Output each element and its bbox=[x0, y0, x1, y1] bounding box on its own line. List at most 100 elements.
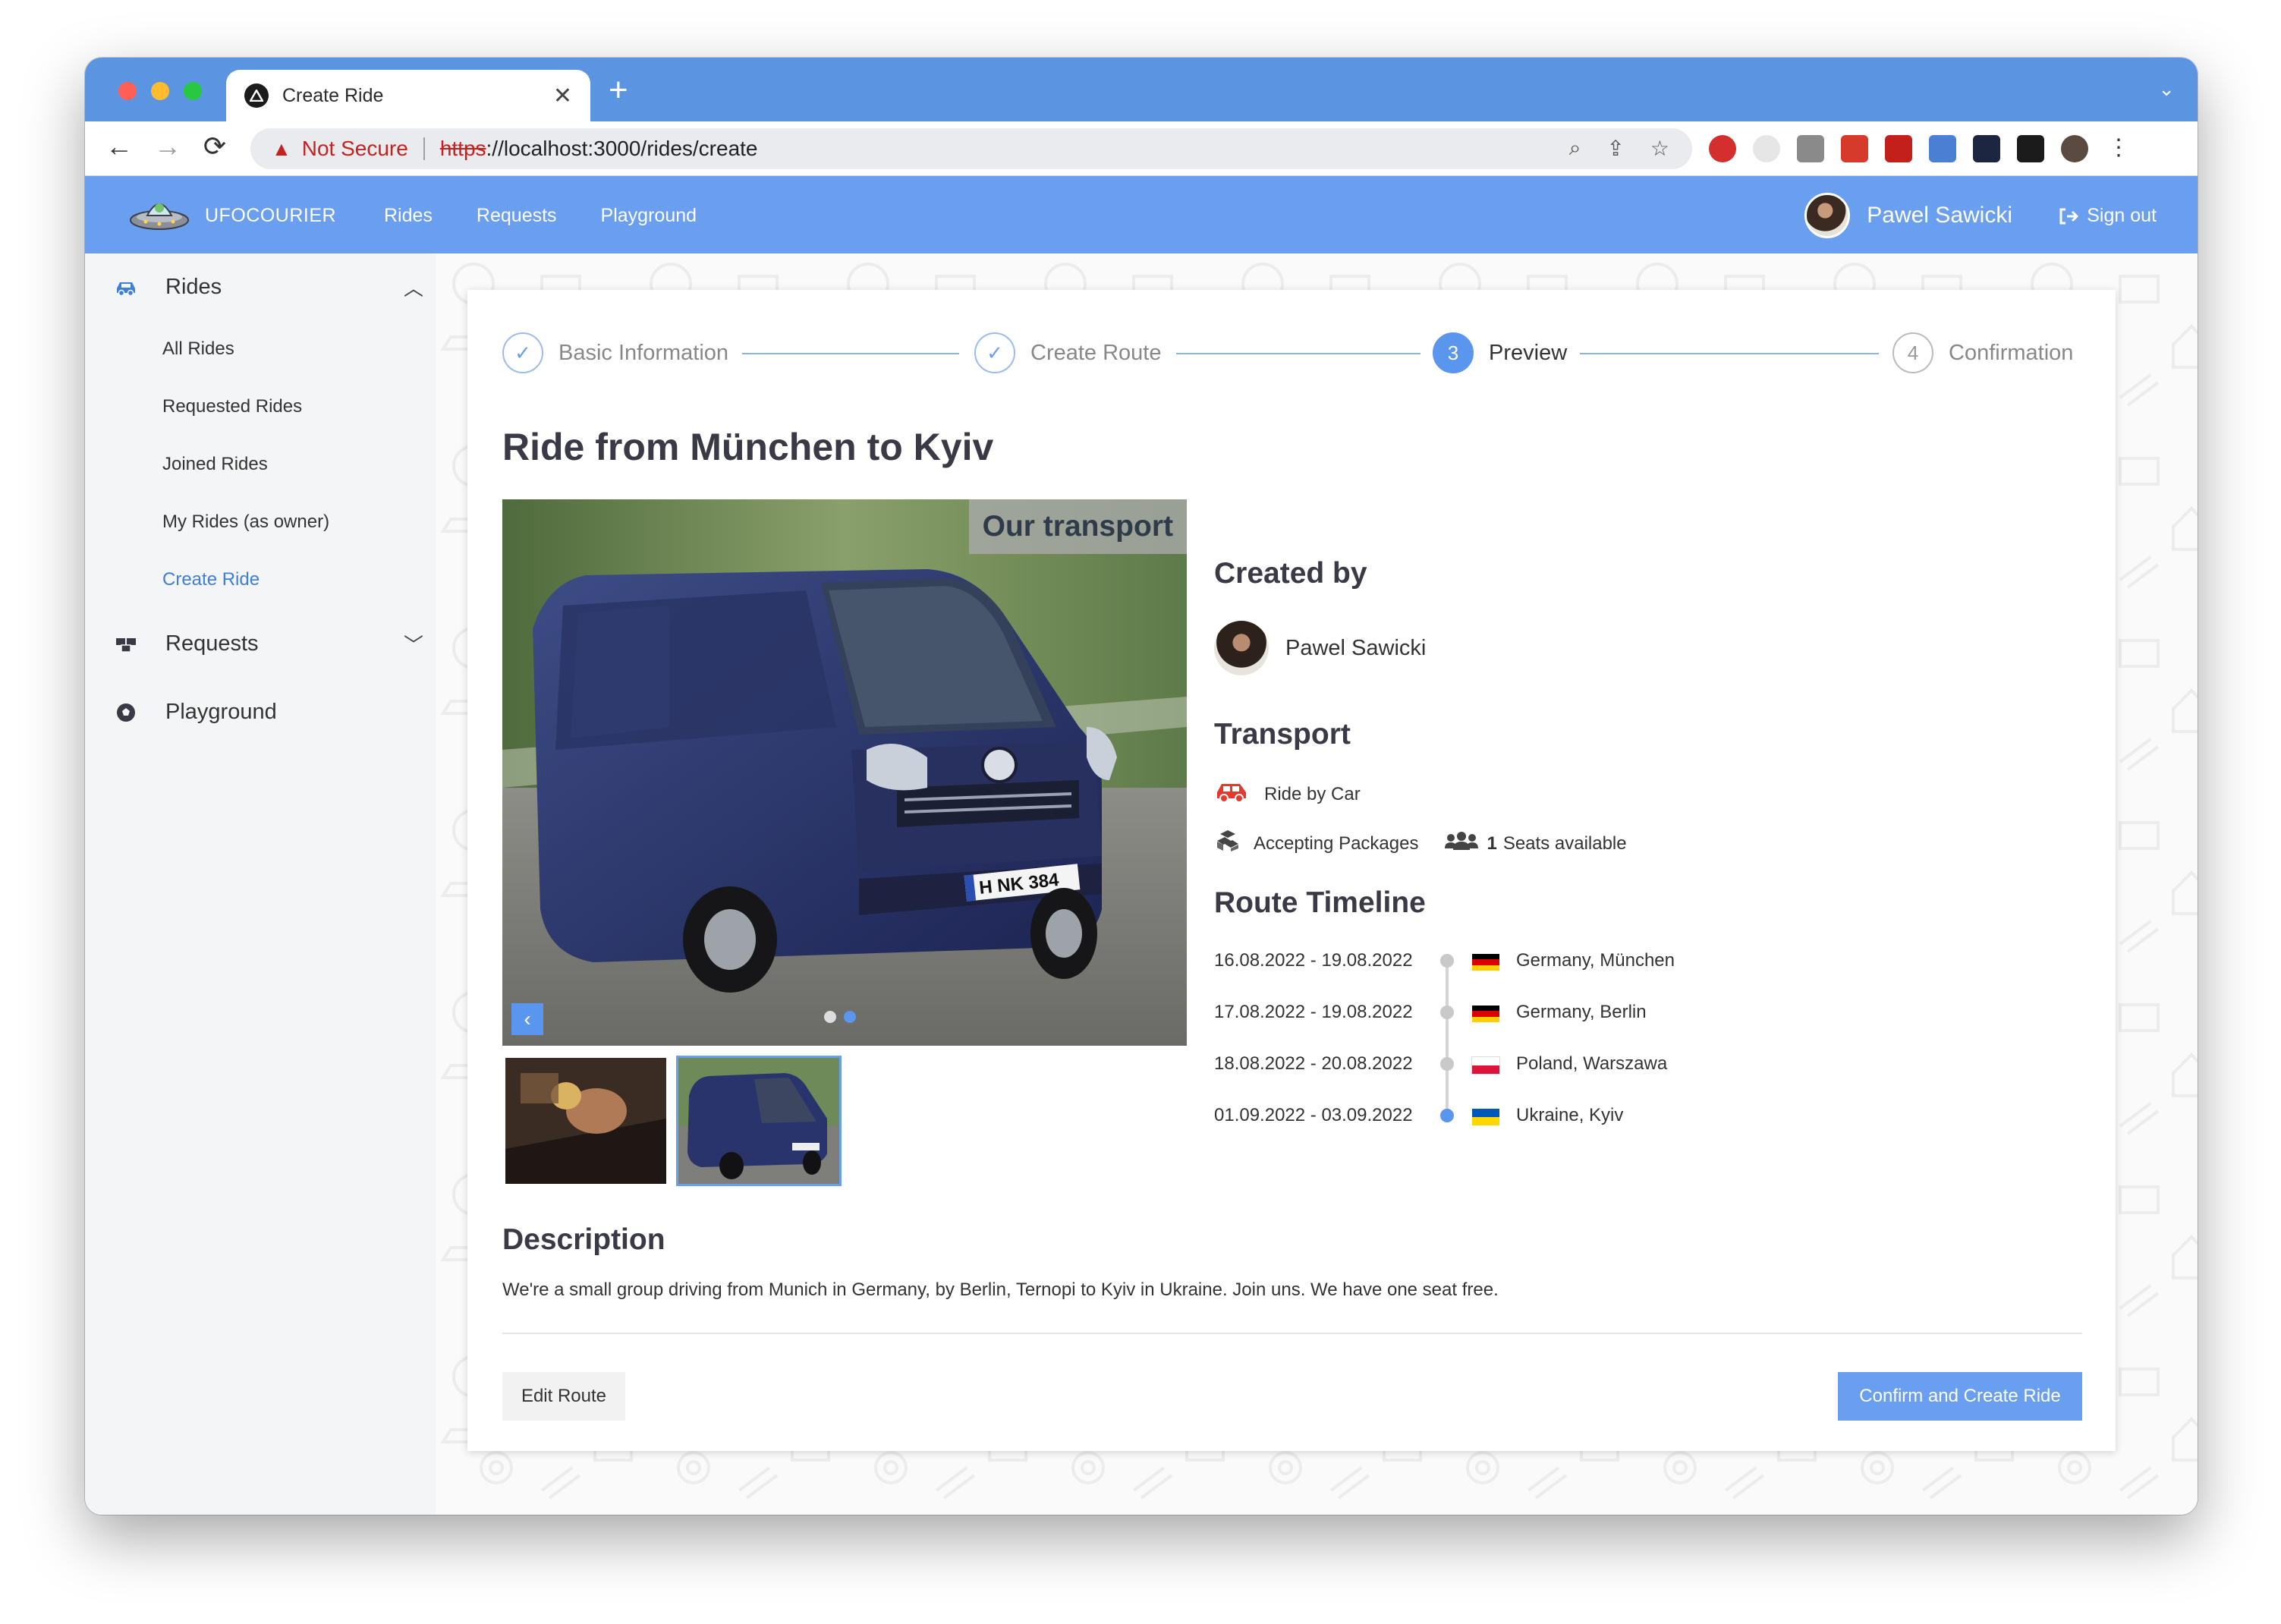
top-nav-requests[interactable]: Requests bbox=[477, 205, 557, 227]
sidebar-group-rides[interactable]: Rides ︿ bbox=[114, 275, 423, 300]
url-protocol: https bbox=[439, 137, 486, 160]
timeline-dates-4: 01.09.2022 - 03.09.2022 bbox=[1214, 1105, 1413, 1125]
new-tab-button[interactable]: + bbox=[609, 71, 628, 109]
gallery-dots bbox=[824, 1011, 856, 1023]
sidebar-group-requests[interactable]: Requests ﹀ bbox=[114, 631, 423, 656]
ride-type: Ride by Car bbox=[1214, 780, 1361, 808]
tab-title: Create Ride bbox=[282, 84, 384, 106]
transport-heading: Transport bbox=[1214, 718, 1351, 751]
route-timeline-heading: Route Timeline bbox=[1214, 886, 1426, 919]
step-connector bbox=[1176, 353, 1421, 354]
chevron-down-icon[interactable]: ﹀ bbox=[404, 630, 423, 658]
step-preview[interactable]: 3 Preview bbox=[1433, 332, 1567, 373]
ufo-logo-icon[interactable] bbox=[127, 190, 191, 238]
sidebar-item-joined-rides[interactable]: Joined Rides bbox=[162, 454, 268, 475]
check-icon: ✓ bbox=[502, 332, 543, 373]
browser-menu-icon[interactable]: ⋮ bbox=[2105, 135, 2132, 162]
app-brand[interactable]: UFOCOURIER bbox=[205, 205, 336, 227]
step-label: Create Route bbox=[1030, 340, 1162, 365]
address-bar-actions: ⌕ ⇪ ☆ bbox=[1569, 136, 1669, 161]
creator-avatar bbox=[1214, 621, 1269, 675]
timeline-dates-1: 16.08.2022 - 19.08.2022 bbox=[1214, 950, 1413, 971]
user-menu[interactable]: Pawel Sawicki bbox=[1804, 193, 2012, 238]
tab-search-chevron-icon[interactable]: ⌄ bbox=[2158, 77, 2175, 101]
address-bar[interactable]: ▲ Not Secure https://localhost:3000/ride… bbox=[250, 128, 1692, 169]
van-photo: H NK 384 bbox=[502, 499, 1187, 1046]
ride-type-label: Ride by Car bbox=[1264, 783, 1361, 804]
extension-icon[interactable] bbox=[1753, 135, 1780, 162]
timeline-place-2: Germany, Berlin bbox=[1516, 1002, 1647, 1022]
ride-title: Ride from München to Kyiv bbox=[502, 426, 994, 468]
gallery-thumbnail-2[interactable] bbox=[676, 1056, 842, 1186]
gallery-dot-1[interactable] bbox=[824, 1011, 836, 1023]
packages-label: Accepting Packages bbox=[1254, 832, 1419, 854]
thumbnail-image-2 bbox=[678, 1058, 839, 1184]
sidebar: Rides ︿ All Rides Requested Rides Joined… bbox=[85, 253, 436, 1515]
top-nav-playground[interactable]: Playground bbox=[601, 205, 697, 227]
gallery-prev-button[interactable]: ‹ bbox=[511, 1003, 543, 1035]
timeline-dates-3: 18.08.2022 - 20.08.2022 bbox=[1214, 1053, 1413, 1074]
sidebar-playground-label: Playground bbox=[165, 700, 277, 724]
seats-count: 1 bbox=[1487, 832, 1497, 854]
camera-extension-icon[interactable] bbox=[1797, 135, 1824, 162]
edit-route-button[interactable]: Edit Route bbox=[502, 1372, 625, 1421]
divider bbox=[502, 1333, 2082, 1334]
created-by-heading: Created by bbox=[1214, 557, 1367, 590]
germany-flag-icon bbox=[1472, 954, 1499, 971]
step-basic-information[interactable]: ✓ Basic Information bbox=[502, 332, 728, 373]
pdf-extension-icon[interactable] bbox=[1885, 135, 1912, 162]
confirm-create-ride-button[interactable]: Confirm and Create Ride bbox=[1838, 1372, 2082, 1421]
maximize-window-button[interactable] bbox=[184, 82, 202, 100]
tab-create-ride[interactable]: Create Ride ✕ bbox=[226, 70, 590, 121]
share-icon[interactable]: ⇪ bbox=[1606, 136, 1624, 161]
transport-gallery[interactable]: H NK 384 Our transport ‹ bbox=[502, 499, 1187, 1046]
timeline-dot-current bbox=[1440, 1109, 1454, 1122]
minimize-window-button[interactable] bbox=[151, 82, 169, 100]
car-icon bbox=[1214, 780, 1249, 808]
timeline-line bbox=[1446, 956, 1449, 1113]
tab-favicon-icon bbox=[244, 83, 269, 108]
step-create-route[interactable]: ✓ Create Route bbox=[974, 332, 1162, 373]
translate-extension-icon[interactable] bbox=[1929, 135, 1956, 162]
close-window-button[interactable] bbox=[118, 82, 137, 100]
sign-out-button[interactable]: Sign out bbox=[2058, 205, 2157, 227]
chevron-up-icon[interactable]: ︿ bbox=[404, 273, 423, 301]
sidebar-item-create-ride[interactable]: Create Ride bbox=[162, 569, 260, 590]
timeline-dot bbox=[1440, 954, 1454, 968]
zoom-icon[interactable]: ⌕ bbox=[1569, 136, 1581, 161]
gallery-dot-2[interactable] bbox=[844, 1011, 856, 1023]
description-heading: Description bbox=[502, 1223, 665, 1256]
seats-label: Seats available bbox=[1502, 832, 1627, 854]
bookmark-star-icon[interactable]: ☆ bbox=[1650, 136, 1669, 161]
window-controls bbox=[118, 82, 202, 100]
timeline-place-3: Poland, Warszawa bbox=[1516, 1053, 1668, 1074]
germany-flag-icon bbox=[1472, 1006, 1499, 1022]
packages-icon bbox=[114, 634, 138, 654]
soccer-ball-icon bbox=[114, 703, 138, 722]
back-button[interactable]: ← bbox=[100, 131, 138, 162]
user-avatar bbox=[1804, 193, 1851, 238]
sidebar-item-my-rides[interactable]: My Rides (as owner) bbox=[162, 511, 329, 533]
forward-button[interactable]: → bbox=[149, 131, 187, 162]
step-confirmation[interactable]: 4 Confirmation bbox=[1892, 332, 2073, 373]
creator[interactable]: Pawel Sawicki bbox=[1214, 621, 1426, 675]
top-nav-rides[interactable]: Rides bbox=[384, 205, 433, 227]
car-icon bbox=[114, 278, 138, 297]
step-number: 3 bbox=[1433, 332, 1474, 373]
sidebar-item-requested-rides[interactable]: Requested Rides bbox=[162, 396, 302, 417]
packages-info: Accepting Packages 1 Seats available bbox=[1214, 829, 1627, 858]
sidebar-group-playground[interactable]: Playground bbox=[114, 700, 277, 725]
step-connector bbox=[742, 353, 959, 354]
puzzle-icon[interactable] bbox=[1973, 135, 2000, 162]
adblock-extension-icon[interactable] bbox=[1709, 135, 1736, 162]
sidebar-item-all-rides[interactable]: All Rides bbox=[162, 338, 234, 360]
side-panel-icon[interactable] bbox=[2017, 135, 2044, 162]
profile-avatar[interactable] bbox=[2061, 135, 2088, 162]
reload-button[interactable]: ⟳ bbox=[196, 131, 234, 162]
step-number: 4 bbox=[1892, 332, 1933, 373]
creator-name: Pawel Sawicki bbox=[1285, 635, 1427, 660]
tab-close-icon[interactable]: ✕ bbox=[553, 83, 572, 109]
extension-icon[interactable] bbox=[1841, 135, 1868, 162]
gallery-thumbnail-1[interactable] bbox=[505, 1058, 666, 1184]
ride-preview-card: ✓ Basic Information ✓ Create Route 3 Pre… bbox=[467, 290, 2116, 1451]
